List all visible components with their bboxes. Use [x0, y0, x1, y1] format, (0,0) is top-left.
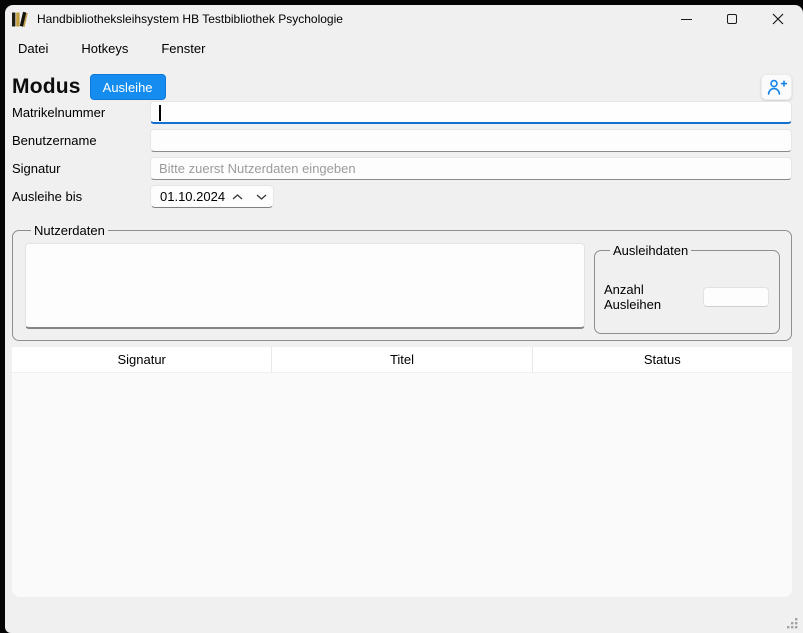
close-icon [772, 13, 784, 25]
date-spinner-down-button[interactable] [249, 186, 273, 207]
signatur-row: Signatur [12, 157, 792, 180]
ausleihe-bis-row: Ausleihe bis 01.10.2024 [12, 185, 792, 208]
anzahl-row: Anzahl Ausleihen [604, 282, 769, 312]
maximize-icon [727, 14, 737, 24]
minimize-button[interactable] [669, 7, 703, 31]
benutzername-row: Benutzername [12, 129, 792, 152]
app-window: Handbibliotheksleihsystem HB Testbibliot… [5, 5, 803, 633]
close-button[interactable] [761, 7, 795, 31]
mode-title: Modus [12, 75, 81, 99]
nutzerdaten-group: Nutzerdaten Ausleihdaten Anzahl Ausleihe… [12, 223, 792, 341]
chevron-up-icon [232, 194, 243, 200]
books-icon [11, 11, 30, 28]
menu-bar: Datei Hotkeys Fenster [5, 33, 803, 63]
ausleihdaten-group: Ausleihdaten Anzahl Ausleihen [594, 243, 780, 334]
table-body-empty [12, 372, 792, 597]
matrikelnummer-label: Matrikelnummer [12, 105, 150, 120]
menu-item-hotkeys[interactable]: Hotkeys [80, 39, 129, 58]
signatur-field-wrap [150, 157, 792, 180]
anzahl-ausleihen-label: Anzahl Ausleihen [604, 282, 703, 312]
matrikelnummer-row: Matrikelnummer [12, 101, 792, 124]
mode-ausleihe-button[interactable]: Ausleihe [90, 74, 166, 100]
column-header-status[interactable]: Status [533, 347, 792, 372]
column-header-titel[interactable]: Titel [272, 347, 532, 372]
menu-item-datei[interactable]: Datei [17, 39, 49, 58]
date-spinner-up-button[interactable] [225, 186, 249, 207]
title-bar: Handbibliotheksleihsystem HB Testbibliot… [5, 5, 803, 33]
mode-row: Modus Ausleihe [12, 73, 792, 101]
main-content: Modus Ausleihe Matrikelnummer Benutzerna… [5, 73, 803, 597]
date-value: 01.10.2024 [151, 189, 225, 204]
resize-grip[interactable] [786, 617, 798, 629]
window-controls [669, 5, 795, 33]
matrikelnummer-field-wrap [150, 101, 792, 124]
column-header-signatur[interactable]: Signatur [12, 347, 272, 372]
window-title: Handbibliotheksleihsystem HB Testbibliot… [37, 12, 343, 26]
table-header: Signatur Titel Status [12, 347, 792, 372]
benutzername-field-wrap [150, 129, 792, 152]
signatur-input[interactable] [151, 158, 791, 179]
ausleihe-bis-date-spinner[interactable]: 01.10.2024 [150, 185, 274, 208]
person-plus-icon [767, 79, 787, 95]
minimize-icon [681, 19, 692, 20]
ausleihdaten-legend: Ausleihdaten [610, 243, 691, 258]
nutzerdaten-textarea[interactable] [25, 243, 585, 329]
signatur-label: Signatur [12, 161, 150, 176]
chevron-down-icon [256, 194, 267, 200]
ausleihe-bis-label: Ausleihe bis [12, 189, 150, 204]
items-table: Signatur Titel Status [12, 347, 792, 597]
anzahl-ausleihen-input[interactable] [703, 287, 769, 307]
menu-item-fenster[interactable]: Fenster [160, 39, 206, 58]
add-user-button[interactable] [761, 74, 792, 100]
text-caret [159, 105, 161, 121]
maximize-button[interactable] [715, 7, 749, 31]
benutzername-input[interactable] [151, 130, 791, 151]
benutzername-label: Benutzername [12, 133, 150, 148]
matrikelnummer-input[interactable] [151, 102, 791, 122]
nutzerdaten-legend: Nutzerdaten [31, 223, 108, 238]
